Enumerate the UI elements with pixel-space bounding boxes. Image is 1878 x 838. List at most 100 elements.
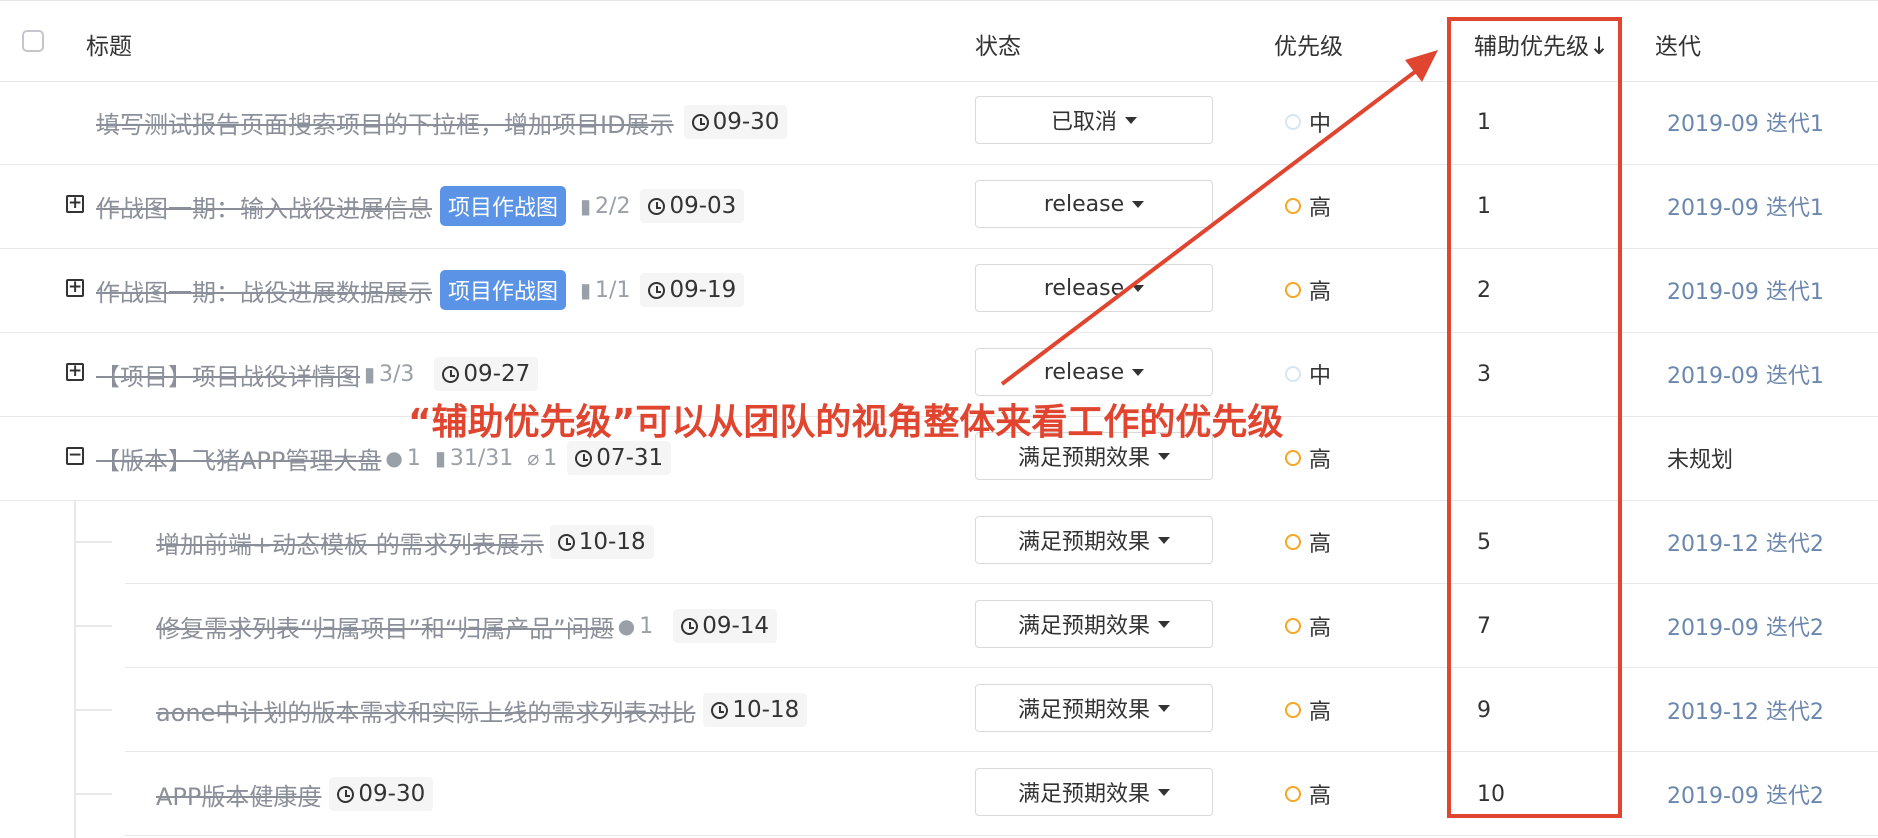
status-dropdown[interactable]: 满足预期效果 (975, 516, 1213, 564)
priority-mid-icon (1285, 114, 1301, 130)
title-text[interactable]: 【项目】项目战役详情图 (96, 357, 360, 392)
iteration-link[interactable]: 2019-12 迭代2 (1667, 500, 1827, 584)
clock-icon (442, 365, 460, 383)
status-dropdown[interactable]: release (975, 180, 1213, 228)
status-dropdown[interactable]: release (975, 264, 1213, 312)
clock-icon (337, 785, 355, 803)
clock-icon (557, 533, 575, 551)
status-value: 满足预期效果 (1017, 782, 1150, 807)
priority-value: 中 (1309, 112, 1332, 137)
priority-cell[interactable]: 高 (1285, 668, 1331, 752)
priority-cell[interactable]: 高 (1285, 752, 1331, 836)
status-value: release (1043, 191, 1125, 217)
bookmark-icon: ▮ (580, 278, 592, 302)
priority-high-icon (1285, 786, 1301, 802)
priority-cell[interactable]: 高 (1285, 164, 1331, 248)
header-priority[interactable]: 优先级 (1274, 27, 1343, 61)
row-divider (125, 835, 1878, 836)
bookmark-icon: ▮ (580, 194, 592, 218)
annotation-text: “辅助优先级”可以从团队的视角整体来看工作的优先级 (408, 402, 1284, 443)
comment-count: ● 1 (618, 614, 653, 639)
iteration-link[interactable]: 2019-09 迭代2 (1667, 584, 1827, 668)
priority-high-icon (1285, 282, 1301, 298)
due-date: 09-27 (434, 357, 539, 391)
caret-down-icon (1132, 284, 1145, 292)
due-date-text: 10-18 (732, 697, 800, 723)
due-date: 10-18 (549, 525, 654, 559)
priority-high-icon (1285, 450, 1301, 466)
priority-cell[interactable]: 中 (1285, 80, 1331, 164)
status-dropdown[interactable]: 满足预期效果 (975, 684, 1213, 732)
project-tag[interactable]: 项目作战图 (440, 270, 567, 310)
subtask-count-text: 2/2 (595, 193, 631, 219)
paperclip-icon: ⌀ (527, 446, 540, 470)
expand-icon[interactable]: + (66, 279, 84, 297)
caret-down-icon (1132, 200, 1145, 208)
status-dropdown[interactable]: 已取消 (975, 96, 1213, 144)
title-text[interactable]: 作战图一期：战役进展数据展示 (96, 273, 432, 308)
comment-count-text: 1 (639, 613, 654, 639)
caret-down-icon (1125, 116, 1137, 124)
status-dropdown[interactable]: 满足预期效果 (975, 600, 1213, 648)
iteration-link[interactable]: 2019-09 迭代1 (1667, 332, 1827, 416)
iteration-link[interactable]: 2019-09 迭代1 (1667, 164, 1827, 248)
subtask-count-text: 1/1 (595, 277, 631, 303)
project-tag[interactable]: 项目作战图 (440, 186, 567, 226)
row-title: 增加前端+动态模板 的需求列表展示 10-18 (156, 500, 654, 584)
title-text[interactable]: 作战图一期：输入战役进展信息 (96, 189, 432, 224)
clock-icon (648, 197, 666, 215)
caret-down-icon (1132, 368, 1145, 376)
attachment-count-text: 1 (543, 445, 558, 471)
iteration-link[interactable]: 2019-09 迭代1 (1667, 248, 1827, 332)
subtask-count-text: 31/31 (449, 445, 514, 471)
header-status[interactable]: 状态 (975, 27, 1021, 61)
comment-icon: ● (385, 446, 403, 470)
priority-value: 高 (1309, 196, 1332, 221)
priority-high-icon (1285, 618, 1301, 634)
subtask-count: ▮ 2/2 (580, 194, 630, 219)
due-date: 10-18 (703, 693, 808, 727)
status-dropdown[interactable]: 满足预期效果 (975, 768, 1213, 816)
caret-down-icon (1158, 788, 1170, 796)
iteration-unplanned[interactable]: 未规划 (1667, 416, 1827, 500)
priority-cell[interactable]: 高 (1285, 248, 1331, 332)
subtask-count: ▮ 3/3 (364, 362, 414, 387)
comment-count: ● 1 (385, 446, 420, 471)
subtask-count-text: 3/3 (379, 361, 415, 387)
due-date: 09-30 (329, 777, 434, 811)
title-text[interactable]: 增加前端+动态模板 的需求列表展示 (156, 525, 544, 560)
priority-cell[interactable]: 高 (1285, 500, 1331, 584)
aux-priority-highlight-box (1447, 17, 1622, 818)
priority-high-icon (1285, 534, 1301, 550)
header-title[interactable]: 标题 (86, 27, 132, 61)
subtask-count: ▮ 31/31 (435, 446, 513, 471)
title-text[interactable]: 修复需求列表“归属项目”和“归属产品”问题 (156, 609, 614, 644)
status-value: 满足预期效果 (1017, 614, 1150, 639)
status-dropdown[interactable]: release (975, 348, 1213, 396)
expand-icon[interactable]: + (66, 363, 84, 381)
header-iteration[interactable]: 迭代 (1655, 27, 1701, 61)
priority-value: 高 (1309, 700, 1332, 725)
title-text[interactable]: APP版本健康度 (156, 777, 321, 812)
title-text[interactable]: 【版本】飞猪APP管理大盘 (96, 441, 381, 476)
priority-cell[interactable]: 高 (1285, 416, 1331, 500)
select-all-checkbox[interactable] (22, 30, 44, 52)
title-text[interactable]: aone中计划的版本需求和实际上线的需求列表对比 (156, 693, 695, 728)
due-date-text: 09-03 (669, 193, 737, 219)
expand-icon[interactable]: + (66, 195, 84, 213)
priority-cell[interactable]: 高 (1285, 584, 1331, 668)
priority-value: 高 (1309, 616, 1332, 641)
due-date-text: 09-30 (712, 109, 780, 135)
iteration-link[interactable]: 2019-09 迭代1 (1667, 80, 1827, 164)
iteration-link[interactable]: 2019-09 迭代2 (1667, 752, 1827, 836)
caret-down-icon (1158, 620, 1170, 628)
row-title: 作战图一期：战役进展数据展示 项目作战图 ▮ 1/1 09-19 (96, 248, 745, 332)
title-text[interactable]: 填写测试报告页面搜索项目的下拉框，增加项目ID展示 (96, 105, 674, 140)
collapse-icon[interactable]: − (66, 447, 84, 465)
due-date: 09-14 (673, 609, 778, 643)
row-title: 修复需求列表“归属项目”和“归属产品”问题 ● 1 09-14 (156, 584, 778, 668)
priority-cell[interactable]: 中 (1285, 332, 1331, 416)
clock-icon (575, 449, 593, 467)
comment-icon: ● (617, 614, 636, 638)
iteration-link[interactable]: 2019-12 迭代2 (1667, 668, 1827, 752)
